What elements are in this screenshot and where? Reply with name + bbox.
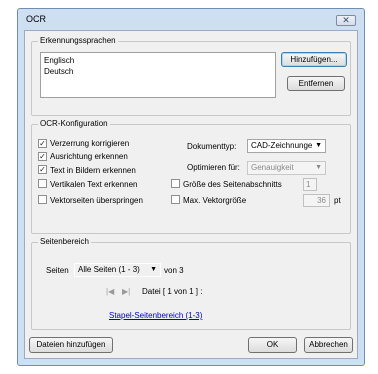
chevron-down-icon: ▼ [315,164,322,171]
max-vector-input[interactable]: 36 [303,194,330,207]
ocr-config-group: OCR-Konfiguration ✓ Verzerrung korrigier… [31,119,351,234]
page-section-input[interactable]: 1 [303,178,317,191]
list-item[interactable]: Deutsch [44,66,272,77]
check-icon: ✓ [39,165,46,174]
pages-select[interactable]: Alle Seiten (1 - 3) ▼ [74,263,161,277]
dialog-client: Erkennungssprachen Englisch Deutsch Hinz… [24,30,358,359]
check-icon: ✓ [39,152,46,161]
optimize-select[interactable]: Genauigkeit ▼ [247,161,326,175]
text-in-images-label: Text in Bildern erkennen [50,166,136,175]
doctype-value: CAD-Zeichnunge [251,141,313,150]
max-vector-checkbox[interactable] [171,195,180,204]
vertical-text-checkbox[interactable] [38,179,47,188]
max-vector-unit: pt [334,196,341,205]
page-range-group: Seitenbereich Seiten Alle Seiten (1 - 3)… [31,237,351,330]
max-vector-label: Max. Vektorgröße [183,196,247,205]
page-section-label: Größe des Seitenabschnitts [183,180,282,189]
pages-of-label: von 3 [164,266,184,275]
skew-correction-label: Verzerrung korrigieren [50,139,130,148]
close-icon: ✕ [342,15,350,25]
page-section-checkbox[interactable] [171,179,180,188]
optimize-label: Optimieren für: [187,163,240,172]
doctype-select[interactable]: CAD-Zeichnunge ▼ [247,139,326,153]
chevron-down-icon: ▼ [150,266,157,273]
text-in-images-checkbox[interactable]: ✓ [38,165,47,174]
languages-listbox[interactable]: Englisch Deutsch [40,52,276,98]
first-page-icon[interactable]: |◀ [106,287,114,296]
ocr-config-group-label: OCR-Konfiguration [38,119,110,128]
check-icon: ✓ [39,139,46,148]
list-item[interactable]: Englisch [44,55,272,66]
chevron-down-icon: ▼ [315,142,322,149]
vertical-text-label: Vertikalen Text erkennen [50,180,138,189]
next-page-icon[interactable]: ▶| [122,287,130,296]
optimize-value: Genauigkeit [251,163,294,172]
remove-language-button[interactable]: Entfernen [287,76,345,91]
ok-button[interactable]: OK [248,337,297,353]
languages-group-label: Erkennungssprachen [38,36,118,45]
languages-group: Erkennungssprachen Englisch Deutsch Hinz… [31,36,351,116]
add-language-button[interactable]: Hinzufügen... [281,52,347,67]
skip-vector-pages-checkbox[interactable] [38,195,47,204]
close-button[interactable]: ✕ [336,15,356,26]
pages-value: Alle Seiten (1 - 3) [78,265,140,274]
cancel-button[interactable]: Abbrechen [304,337,353,353]
ocr-dialog: OCR ✕ Erkennungssprachen Englisch Deutsc… [17,8,365,366]
skip-vector-pages-label: Vektorseiten überspringen [50,196,143,205]
add-files-button[interactable]: Dateien hinzufügen [29,337,113,353]
batch-page-range-link[interactable]: Stapel-Seitenbereich (1-3) [109,311,202,320]
orientation-checkbox[interactable]: ✓ [38,152,47,161]
pages-label: Seiten [46,266,69,275]
page-range-group-label: Seitenbereich [38,237,91,246]
doctype-label: Dokumenttyp: [187,142,237,151]
file-counter-label: Datei [ 1 von 1 ] : [142,287,203,296]
dialog-title: OCR [26,14,46,24]
title-bar: OCR ✕ [18,9,364,31]
orientation-label: Ausrichtung erkennen [50,152,128,161]
skew-correction-checkbox[interactable]: ✓ [38,139,47,148]
